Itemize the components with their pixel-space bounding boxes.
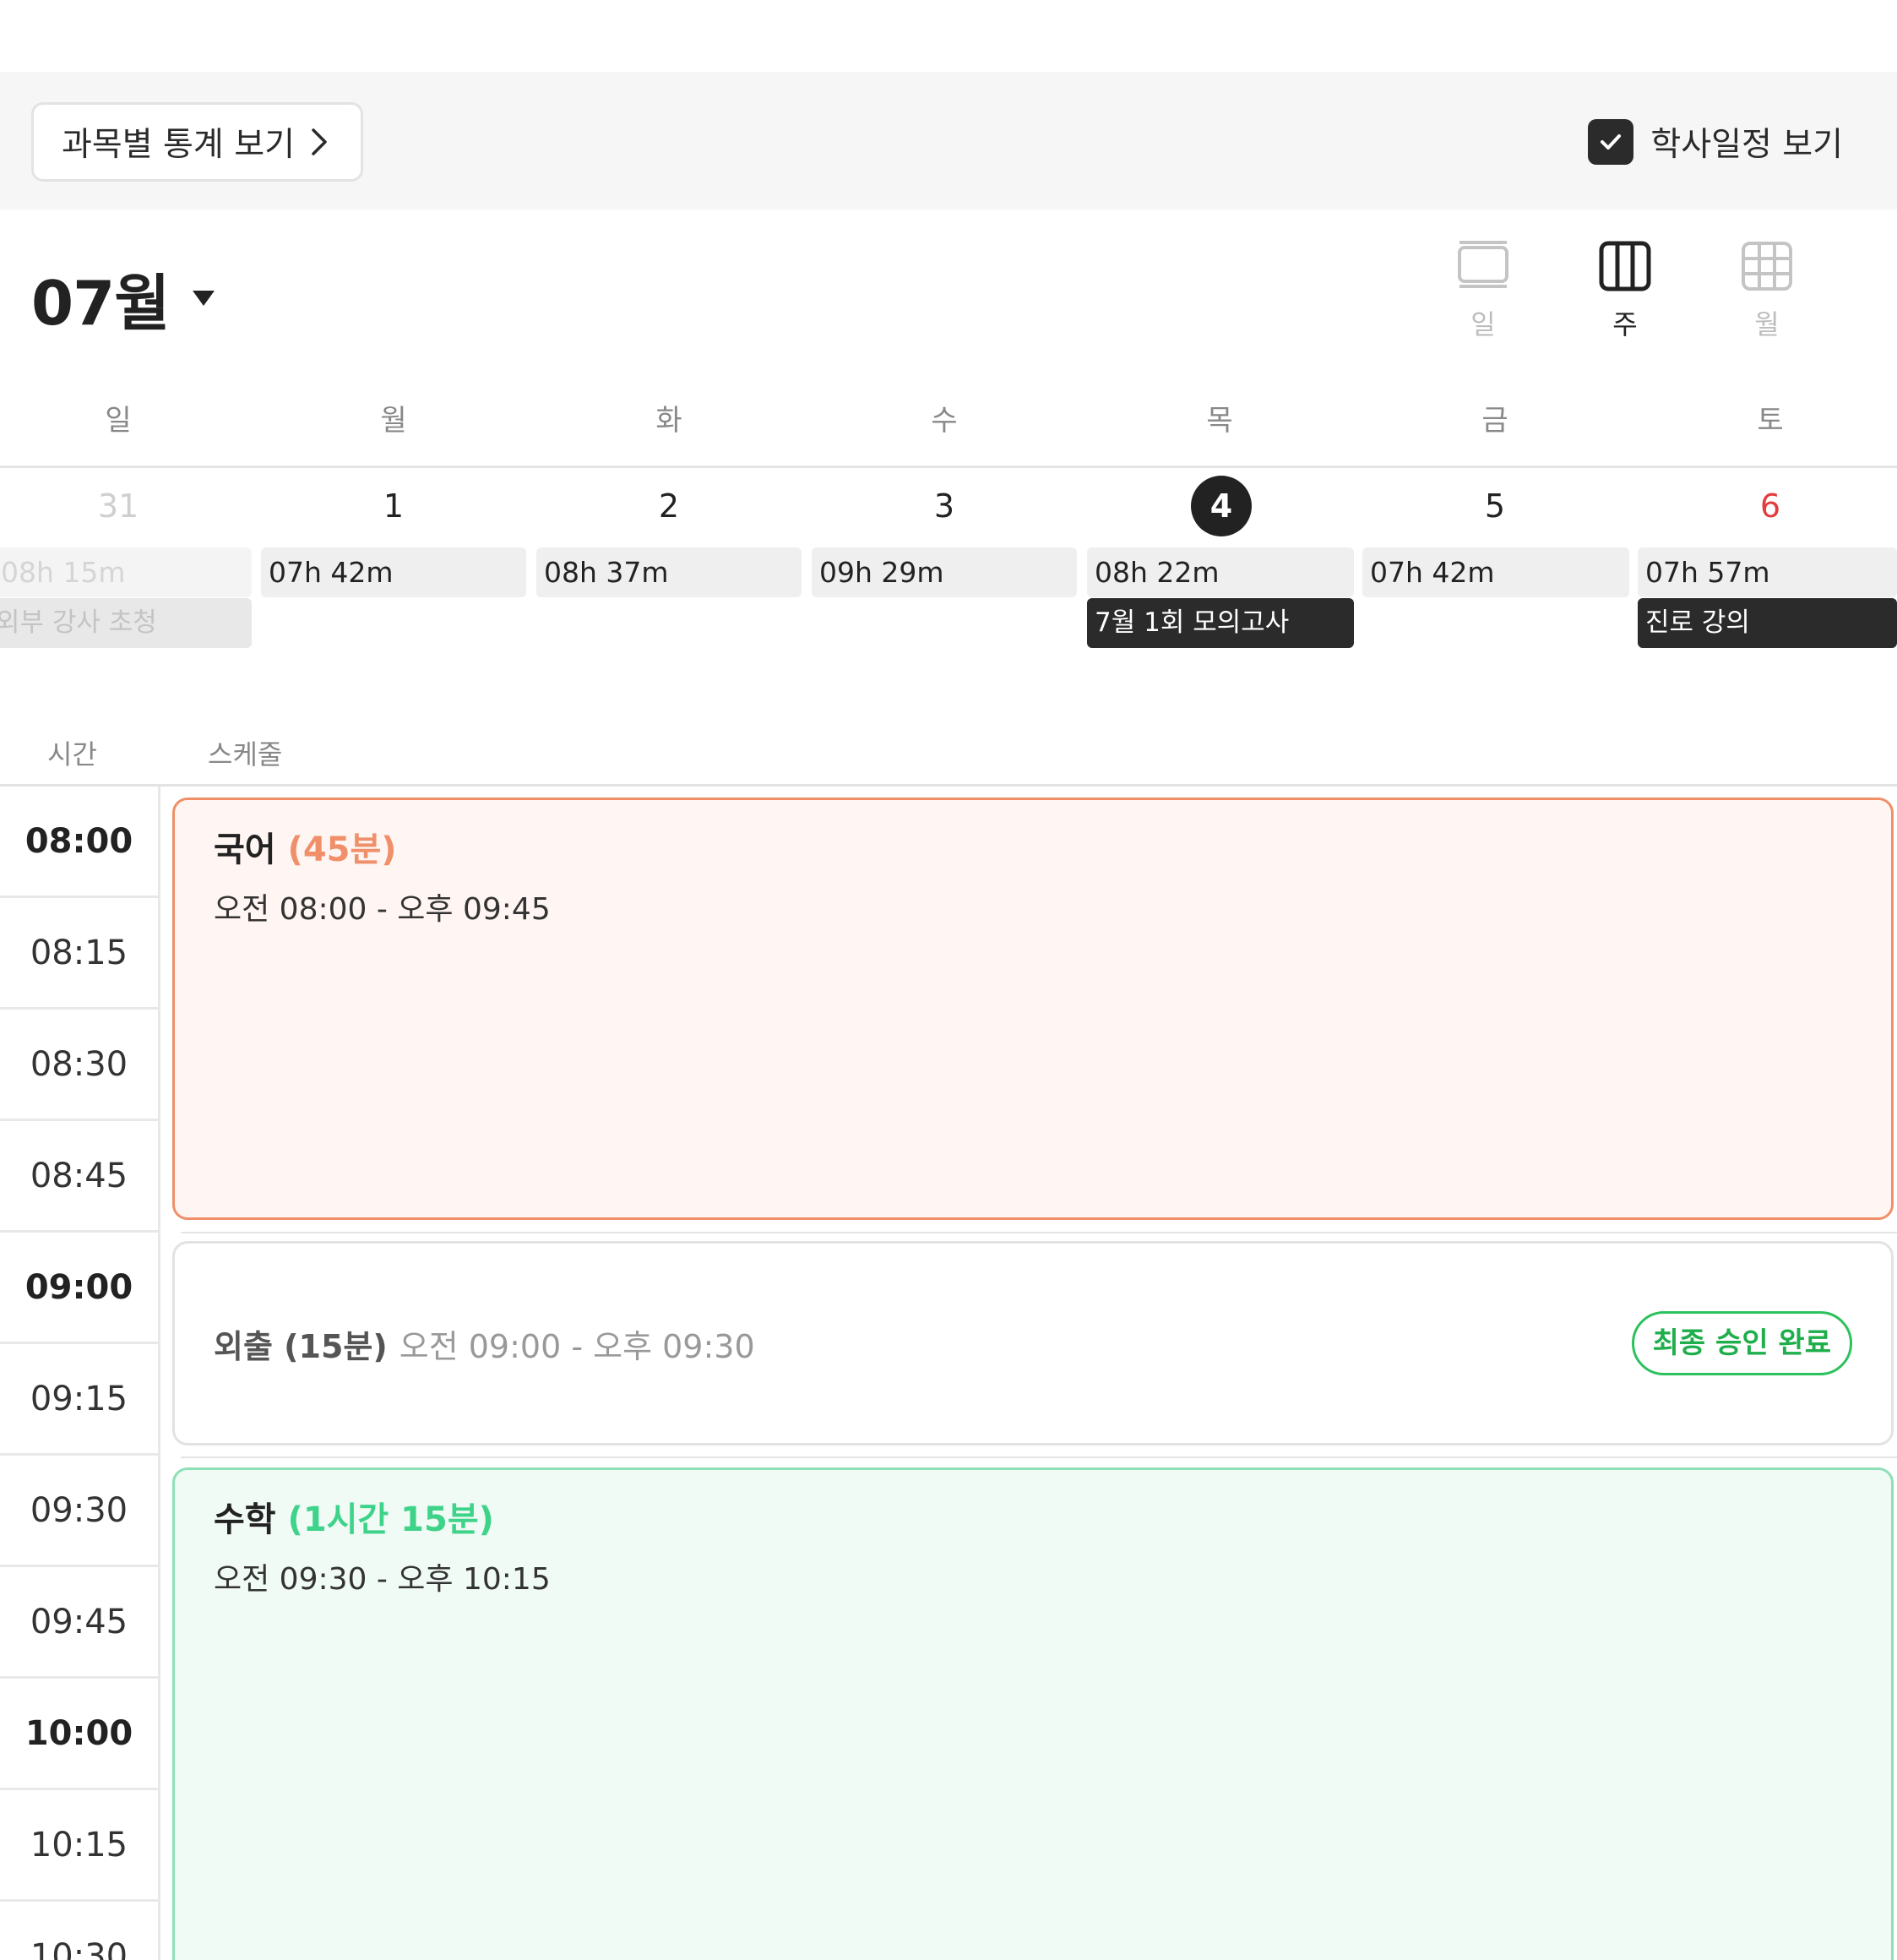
- schedule-column-header: 스케줄: [208, 738, 283, 770]
- academic-event[interactable]: 7월 1회 모의고사: [1087, 598, 1354, 648]
- subject-name: 국어: [214, 830, 276, 869]
- weekday-sat: 토: [1757, 404, 1784, 438]
- approval-status-badge: 최종 승인 완료: [1631, 1311, 1852, 1375]
- month-selector[interactable]: 07월: [31, 253, 216, 342]
- month-view-icon: [1742, 242, 1792, 291]
- subject-stats-label: 과목별 통계 보기: [62, 126, 295, 164]
- card-title: 국어 (45분): [214, 822, 397, 871]
- weekday-thu: 목: [1206, 404, 1233, 438]
- weekday-header: 일 월 화 수 목 금 토: [0, 397, 1897, 465]
- day-cell-2[interactable]: 2: [618, 480, 720, 532]
- study-duration-chip: 08h 37m: [536, 547, 802, 597]
- day-cell-5[interactable]: 5: [1444, 480, 1546, 532]
- top-toolbar: 과목별 통계 보기 학사일정 보기: [0, 72, 1897, 210]
- time-column: 08:00 08:15 08:30 08:45 09:00 09:15 09:3…: [0, 787, 160, 1960]
- schedule-card-outing[interactable]: 외출 (15분) 오전 09:00 - 오후 09:30 최종 승인 완료: [172, 1241, 1894, 1446]
- academic-schedule-toggle[interactable]: 학사일정 보기: [1588, 118, 1843, 166]
- caret-down-icon: [191, 289, 216, 308]
- day-view-icon: [1458, 241, 1508, 288]
- time-slot: 10:00: [0, 1679, 158, 1790]
- day-cell-4-today[interactable]: 4: [1171, 476, 1272, 536]
- time-slot: 10:30: [0, 1902, 158, 1960]
- schedule-card-math[interactable]: 수학 (1시간 15분) 오전 09:30 - 오후 10:15: [172, 1467, 1894, 1960]
- weekday-tue: 화: [655, 404, 682, 438]
- time-slot: 09:00: [0, 1233, 158, 1344]
- subject-duration: (45분): [287, 830, 397, 869]
- study-duration-chip: 08h 22m: [1087, 547, 1354, 597]
- weekday-sun: 일: [105, 404, 132, 438]
- view-option-week-label: 주: [1612, 308, 1638, 340]
- view-option-day[interactable]: 일: [1412, 241, 1554, 342]
- study-duration-chip: 07h 42m: [261, 547, 526, 597]
- week-view-icon: [1599, 241, 1651, 291]
- day-numbers: 31 1 2 3 4 5 6: [0, 473, 1897, 541]
- subject-stats-button[interactable]: 과목별 통계 보기: [31, 102, 363, 182]
- day-number: 31: [97, 487, 139, 525]
- card-time-range: 오전 09:00 - 오후 09:30: [399, 1327, 755, 1365]
- time-slot: 09:45: [0, 1567, 158, 1679]
- view-option-month[interactable]: 월: [1696, 241, 1838, 342]
- schedule-header: 시간 스케줄: [0, 733, 1897, 784]
- card-row: 외출 (15분) 오전 09:00 - 오후 09:30: [214, 1244, 755, 1443]
- time-column-header: 시간: [47, 738, 97, 770]
- study-duration-chip: 08h 15m: [0, 547, 252, 597]
- day-number: 3: [933, 487, 955, 525]
- outing-title: 외출 (15분): [214, 1327, 388, 1365]
- divider: [0, 784, 1897, 787]
- subject-duration: (1시간 15분): [287, 1500, 494, 1539]
- weekday-mon: 월: [380, 404, 407, 438]
- time-slot: 08:00: [0, 787, 158, 898]
- view-option-month-label: 월: [1754, 308, 1780, 340]
- time-slot: 08:30: [0, 1010, 158, 1121]
- weekday-fri: 금: [1481, 404, 1508, 438]
- time-slot: 08:15: [0, 898, 158, 1010]
- card-time-range: 오전 08:00 - 오후 09:45: [214, 892, 551, 927]
- time-slot: 10:15: [0, 1790, 158, 1902]
- time-slot: 09:30: [0, 1456, 158, 1567]
- chevron-right-icon: [310, 128, 329, 156]
- month-label: 07월: [31, 268, 170, 339]
- day-cell-3[interactable]: 3: [894, 480, 995, 532]
- schedule-card-korean[interactable]: 국어 (45분) 오전 08:00 - 오후 09:45: [172, 798, 1894, 1220]
- subject-name: 수학: [214, 1500, 276, 1539]
- academic-event[interactable]: 외부 강사 초청: [0, 598, 252, 648]
- study-duration-chip: 09h 29m: [812, 547, 1077, 597]
- academic-schedule-label: 학사일정 보기: [1650, 126, 1843, 164]
- day-number: 2: [658, 487, 680, 525]
- day-number: 6: [1759, 487, 1781, 525]
- divider: [181, 1232, 1897, 1233]
- view-option-week[interactable]: 주: [1554, 241, 1696, 342]
- day-cell-1[interactable]: 1: [343, 480, 444, 532]
- view-switcher: 일 주 월: [1412, 241, 1838, 342]
- checkbox-checked-icon[interactable]: [1588, 119, 1634, 165]
- card-time-range: 오전 09:30 - 오후 10:15: [214, 1562, 551, 1597]
- day-number: 1: [383, 487, 405, 525]
- day-number: 4: [1191, 476, 1252, 536]
- study-duration-chip: 07h 57m: [1638, 547, 1897, 597]
- day-cell-31[interactable]: 31: [68, 480, 169, 532]
- day-number: 5: [1484, 487, 1506, 525]
- view-option-day-label: 일: [1470, 308, 1496, 340]
- time-slot: 08:45: [0, 1121, 158, 1233]
- study-duration-chip: 07h 42m: [1362, 547, 1629, 597]
- weekday-wed: 수: [931, 404, 958, 438]
- academic-event[interactable]: 진로 강의: [1638, 598, 1897, 648]
- card-title: 수학 (1시간 15분): [214, 1492, 494, 1541]
- divider: [181, 1456, 1897, 1458]
- divider: [0, 466, 1897, 468]
- day-cell-6[interactable]: 6: [1720, 480, 1821, 532]
- time-slot: 09:15: [0, 1344, 158, 1456]
